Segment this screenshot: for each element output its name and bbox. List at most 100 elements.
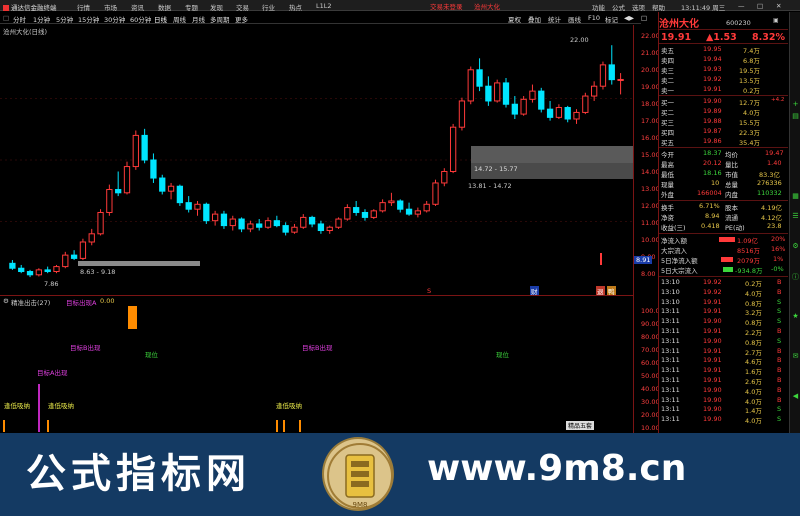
tab-1min[interactable]: 1分钟: [33, 14, 50, 24]
side-arrow-icon[interactable]: ◀: [791, 392, 800, 401]
menu-item-xuanxiang[interactable]: 选项: [632, 2, 645, 12]
candle[interactable]: [238, 218, 245, 230]
side-bell-icon[interactable]: ✉: [791, 352, 800, 361]
indicator-panel[interactable]: ⚙ 精准出击(27) 目标出现A 0.00 目标B出现 现位 目标B出现 现位 …: [0, 296, 633, 436]
tab-monthly[interactable]: 月线: [192, 14, 205, 24]
candle[interactable]: [388, 200, 395, 204]
candle[interactable]: [308, 216, 316, 225]
tab-5min[interactable]: 5分钟: [56, 14, 73, 24]
candle[interactable]: [194, 203, 201, 210]
candle[interactable]: [414, 210, 422, 215]
candle[interactable]: [115, 189, 122, 194]
menu-item-shichang[interactable]: 市场: [104, 2, 117, 12]
candle[interactable]: [282, 225, 289, 233]
candle[interactable]: [106, 189, 113, 213]
candle[interactable]: [256, 223, 263, 228]
candle[interactable]: [291, 226, 298, 233]
login-status[interactable]: 交易未登录: [430, 1, 463, 11]
menu-item-zixun[interactable]: 资讯: [131, 2, 144, 12]
candle[interactable]: [608, 64, 615, 81]
menu-item-l1l2[interactable]: L1L2: [316, 2, 332, 10]
menu-item-shuju[interactable]: 数据: [158, 2, 171, 12]
btn-tongji[interactable]: 统计: [548, 14, 561, 24]
menu-item-hangye[interactable]: 行业: [262, 2, 275, 12]
side-plus-icon[interactable]: +: [791, 100, 800, 109]
tab-weekly[interactable]: 周线: [173, 14, 186, 24]
candle[interactable]: [441, 170, 448, 184]
tab-30min[interactable]: 30分钟: [104, 14, 125, 24]
candle[interactable]: [423, 203, 430, 212]
menu-item-gongshi[interactable]: 公式: [612, 2, 625, 12]
menu-item-bangzhu[interactable]: 帮助: [652, 2, 665, 12]
preset-button[interactable]: 精品五套: [566, 421, 595, 430]
btn-huaxian[interactable]: 画线: [568, 14, 581, 24]
candle[interactable]: [44, 269, 51, 273]
candle[interactable]: [485, 85, 492, 102]
candle[interactable]: [617, 78, 624, 81]
candle[interactable]: [432, 182, 439, 205]
candle[interactable]: [141, 134, 148, 161]
menu-item-faxian[interactable]: 发现: [210, 2, 223, 12]
candle[interactable]: [449, 126, 457, 172]
candle[interactable]: [9, 262, 16, 269]
candle[interactable]: [494, 82, 501, 102]
candle[interactable]: [300, 216, 307, 228]
candle[interactable]: [18, 267, 25, 273]
candle[interactable]: [62, 254, 69, 268]
candle[interactable]: [229, 218, 236, 227]
candle[interactable]: [520, 98, 527, 115]
side-gear-icon[interactable]: ⚙: [791, 242, 800, 251]
candle[interactable]: [211, 213, 219, 222]
candle[interactable]: [273, 220, 280, 227]
candle[interactable]: [582, 95, 589, 113]
tab-multi[interactable]: 多周期: [210, 14, 230, 24]
candle[interactable]: [176, 185, 184, 204]
maximize-icon[interactable]: □: [757, 2, 763, 10]
candle[interactable]: [159, 177, 166, 192]
candle[interactable]: [88, 233, 95, 243]
candle[interactable]: [326, 226, 333, 232]
candle[interactable]: [405, 208, 413, 215]
candle[interactable]: [97, 211, 104, 235]
candle[interactable]: [546, 108, 554, 118]
candle[interactable]: [564, 107, 571, 120]
menu-item-gongneng[interactable]: 功能: [592, 2, 605, 12]
tab-fenshi[interactable]: 分时: [13, 14, 26, 24]
candle[interactable]: [203, 203, 210, 222]
candle[interactable]: [538, 90, 545, 110]
candle[interactable]: [379, 202, 386, 212]
candle[interactable]: [555, 107, 563, 118]
candle[interactable]: [335, 218, 342, 228]
candle[interactable]: [361, 211, 369, 218]
candle[interactable]: [79, 241, 87, 259]
candle[interactable]: [397, 200, 404, 210]
btn-biaoji[interactable]: 标记: [605, 14, 618, 24]
menu-item-redian[interactable]: 热点: [289, 2, 302, 12]
candle[interactable]: [529, 90, 536, 100]
side-list-icon[interactable]: ☰: [791, 212, 800, 221]
btn-f10[interactable]: F10: [588, 14, 600, 22]
menu-item-jiaoyi[interactable]: 交易: [236, 2, 249, 12]
candle[interactable]: [53, 266, 60, 273]
tab-more[interactable]: 更多: [235, 14, 248, 24]
candle[interactable]: [150, 159, 157, 179]
candle[interactable]: [185, 202, 192, 210]
candle[interactable]: [123, 166, 131, 194]
side-chart-icon[interactable]: ▤: [791, 112, 800, 121]
candle[interactable]: [167, 185, 175, 192]
candle[interactable]: [317, 223, 325, 232]
candle[interactable]: [26, 271, 34, 276]
close-icon[interactable]: ✕: [776, 2, 781, 10]
candle[interactable]: [353, 207, 360, 213]
candle[interactable]: [344, 207, 351, 220]
btn-window[interactable]: □: [641, 14, 647, 22]
candle[interactable]: [458, 100, 466, 128]
btn-diejia[interactable]: 叠加: [528, 14, 541, 24]
menu-item-zhuanti[interactable]: 专题: [185, 2, 198, 12]
candle[interactable]: [70, 254, 78, 259]
candle[interactable]: [370, 210, 377, 218]
minimize-icon[interactable]: —: [738, 2, 745, 10]
side-info-icon[interactable]: ⓘ: [791, 272, 800, 281]
btn-fuquan[interactable]: 夏权: [508, 14, 521, 24]
candle[interactable]: [591, 85, 598, 97]
